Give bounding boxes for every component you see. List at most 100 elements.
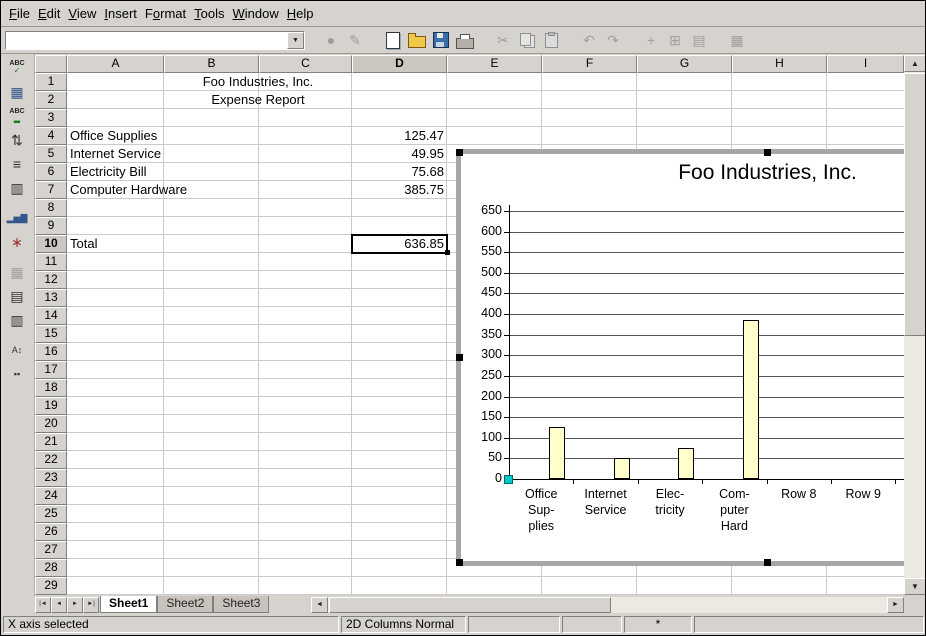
scroll-right-icon[interactable]: ► <box>887 597 904 613</box>
scale-text-icon[interactable]: A↕ <box>4 338 30 361</box>
navigator-icon[interactable]: ⊞ <box>663 28 687 52</box>
cell-B1[interactable]: Foo Industries, Inc. <box>164 73 352 91</box>
row-header-18[interactable]: 18 <box>35 379 67 397</box>
chart-title[interactable]: Foo Industries, Inc. <box>461 161 904 185</box>
column-header-d[interactable]: D <box>352 55 447 73</box>
sheet-tab-sheet2[interactable]: Sheet2 <box>157 596 213 613</box>
stop-icon[interactable]: ● <box>319 28 343 52</box>
paste-icon[interactable] <box>539 28 563 52</box>
column-header-h[interactable]: H <box>732 55 827 73</box>
row-header-27[interactable]: 27 <box>35 541 67 559</box>
menu-view[interactable]: View <box>64 4 100 23</box>
sheet-nav-last-icon[interactable]: ►| <box>83 597 99 613</box>
gallery-icon[interactable]: ▦ <box>725 28 749 52</box>
menu-tools[interactable]: Tools <box>190 4 228 23</box>
active-cell-handle[interactable] <box>445 250 450 255</box>
vertical-scroll-thumb[interactable] <box>904 73 926 336</box>
cell-D5[interactable]: 49.95 <box>352 145 447 163</box>
cell-A5[interactable]: Internet Service <box>67 145 164 163</box>
row-header-26[interactable]: 26 <box>35 523 67 541</box>
undo-icon[interactable]: ↶ <box>577 28 601 52</box>
new-document-icon[interactable] <box>381 28 405 52</box>
open-icon[interactable] <box>405 28 429 52</box>
chart-title-onoff-icon[interactable]: ABC✓ <box>4 56 30 79</box>
sheet-tab-sheet1[interactable]: Sheet1 <box>100 596 157 613</box>
data-in-columns-icon[interactable]: ▥ <box>4 308 30 331</box>
data-in-rows-icon[interactable]: ▤ <box>4 284 30 307</box>
row-header-4[interactable]: 4 <box>35 127 67 145</box>
chart-resize-handle[interactable] <box>456 149 463 156</box>
row-header-3[interactable]: 3 <box>35 109 67 127</box>
cut-icon[interactable]: ✂ <box>491 28 515 52</box>
axes-title-onoff-icon[interactable]: ABC▂ <box>4 104 30 127</box>
menu-file[interactable]: File <box>5 4 34 23</box>
row-header-17[interactable]: 17 <box>35 361 67 379</box>
chart-bar-1[interactable] <box>549 427 565 479</box>
cell-A6[interactable]: Electricity Bill <box>67 163 164 181</box>
row-header-15[interactable]: 15 <box>35 325 67 343</box>
sheet-tab-sheet3[interactable]: Sheet3 <box>213 596 269 613</box>
chart-bar-4[interactable] <box>743 320 759 479</box>
horizontal-scroll-thumb[interactable] <box>329 597 611 613</box>
row-header-12[interactable]: 12 <box>35 271 67 289</box>
menu-edit[interactable]: Edit <box>34 4 64 23</box>
column-header-e[interactable]: E <box>447 55 542 73</box>
cell-A10[interactable]: Total <box>67 235 164 253</box>
column-header-a[interactable]: A <box>67 55 164 73</box>
row-header-7[interactable]: 7 <box>35 181 67 199</box>
rearrange-chart-icon[interactable]: ▪▪ <box>4 362 30 385</box>
cell-D7[interactable]: 385.75 <box>352 181 447 199</box>
cell-A7[interactable]: Computer Hardware <box>67 181 164 199</box>
chart-y-axis[interactable] <box>509 205 510 480</box>
chart-resize-handle[interactable] <box>456 354 463 361</box>
edit-file-icon[interactable]: ✎ <box>343 28 367 52</box>
active-cell-border[interactable] <box>351 234 448 254</box>
menu-help[interactable]: Help <box>283 4 318 23</box>
column-header-g[interactable]: G <box>637 55 732 73</box>
chart-resize-handle[interactable] <box>456 559 463 566</box>
row-header-5[interactable]: 5 <box>35 145 67 163</box>
autoformat-chart-icon[interactable]: ∗ <box>4 230 30 253</box>
stylist-icon[interactable]: ▤ <box>687 28 711 52</box>
cell-A4[interactable]: Office Supplies <box>67 127 164 145</box>
menu-window[interactable]: Window <box>229 4 283 23</box>
sheet-nav-previous-icon[interactable]: ◄ <box>51 597 67 613</box>
column-header-i[interactable]: I <box>827 55 904 73</box>
sheet-nav-next-icon[interactable]: ► <box>67 597 83 613</box>
column-header-b[interactable]: B <box>164 55 259 73</box>
row-header-23[interactable]: 23 <box>35 469 67 487</box>
chart-legend-onoff-icon[interactable]: ▦ <box>4 80 30 103</box>
row-header-11[interactable]: 11 <box>35 253 67 271</box>
row-header-28[interactable]: 28 <box>35 559 67 577</box>
horizontal-grid-onoff-icon[interactable]: ≡ <box>4 152 30 175</box>
chart-object[interactable]: Foo Industries, Inc. 0501001502002503003… <box>456 149 904 566</box>
axes-onoff-icon[interactable]: ⇅ <box>4 128 30 151</box>
row-header-25[interactable]: 25 <box>35 505 67 523</box>
row-header-13[interactable]: 13 <box>35 289 67 307</box>
chart-resize-handle[interactable] <box>764 149 771 156</box>
cell-D4[interactable]: 125.47 <box>352 127 447 145</box>
combo-dropdown-icon[interactable]: ▼ <box>287 32 304 49</box>
chart-data-icon[interactable]: ▦ <box>4 260 30 283</box>
column-header-f[interactable]: F <box>542 55 637 73</box>
row-header-20[interactable]: 20 <box>35 415 67 433</box>
chart-resize-handle[interactable] <box>764 559 771 566</box>
cell-D6[interactable]: 75.68 <box>352 163 447 181</box>
menu-format[interactable]: Format <box>141 4 190 23</box>
vertical-grid-onoff-icon[interactable]: ▥ <box>4 176 30 199</box>
row-header-29[interactable]: 29 <box>35 577 67 595</box>
row-header-22[interactable]: 22 <box>35 451 67 469</box>
row-header-1[interactable]: 1 <box>35 73 67 91</box>
chart-bar-2[interactable] <box>614 458 630 479</box>
redo-icon[interactable]: ↷ <box>601 28 625 52</box>
row-header-21[interactable]: 21 <box>35 433 67 451</box>
print-icon[interactable] <box>453 28 477 52</box>
scroll-up-icon[interactable]: ▲ <box>904 55 926 72</box>
sheet-nav-first-icon[interactable]: |◄ <box>35 597 51 613</box>
menu-insert[interactable]: Insert <box>100 4 141 23</box>
x-axis-selection-handle[interactable] <box>504 475 513 484</box>
row-header-19[interactable]: 19 <box>35 397 67 415</box>
url-combobox[interactable]: ▼ <box>5 31 305 50</box>
chart-bar-3[interactable] <box>678 448 694 479</box>
chart-x-axis[interactable] <box>509 479 904 480</box>
